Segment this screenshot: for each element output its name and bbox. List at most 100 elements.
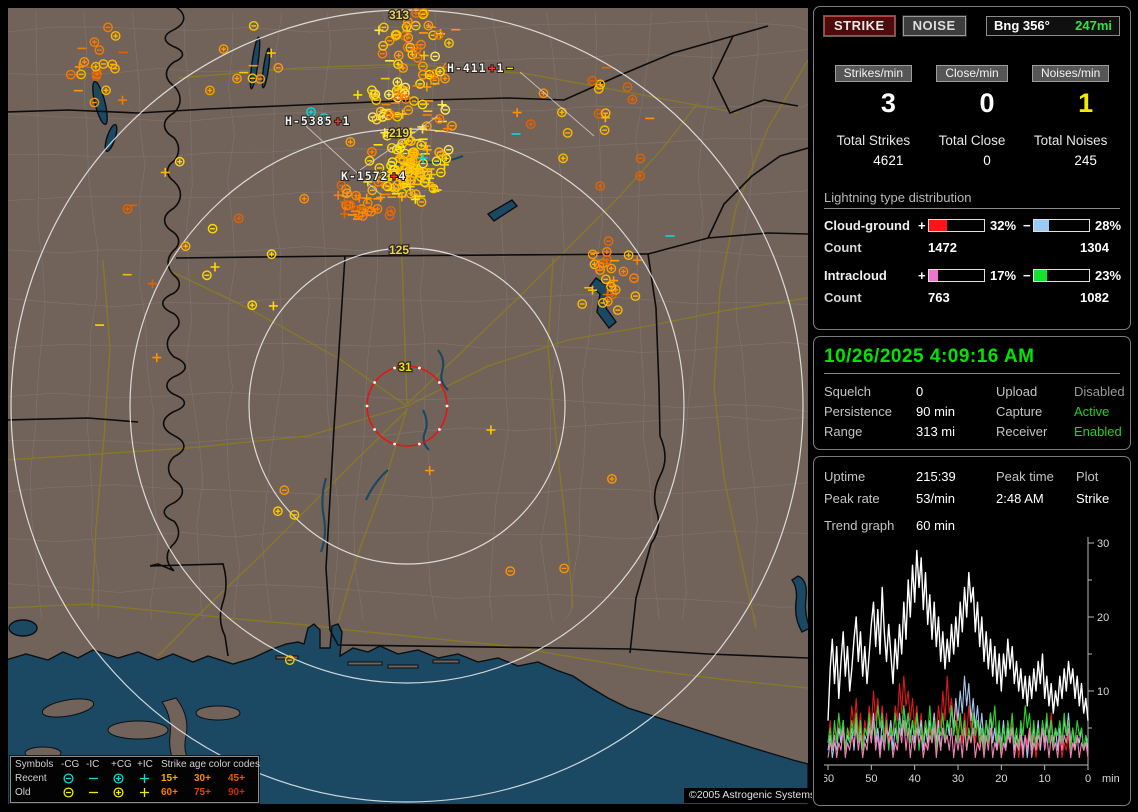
- uptime-value: 215:39: [916, 466, 996, 488]
- svg-text:30: 30: [952, 773, 964, 785]
- cell-label-h5385: H-5385+1: [285, 114, 350, 128]
- age-45: 45+: [228, 772, 262, 786]
- squelch-value: 0: [916, 382, 996, 402]
- minus-old-icon: [86, 786, 111, 800]
- minus-recent-icon: [86, 772, 111, 786]
- plot-value: Strike: [1076, 488, 1120, 510]
- trend-graph: 1020306050403020100min: [824, 537, 1124, 789]
- trend-graph-value: 60 min: [916, 518, 1120, 533]
- ring-label-219: 219: [389, 126, 409, 140]
- ic-count-label: Count: [824, 290, 918, 305]
- bearing-distance: 247mi: [1075, 18, 1112, 33]
- strikes-per-min-value: 3: [839, 88, 938, 119]
- counters-box: STRIKE NOISE Bng 356° 247mi Strikes/min …: [813, 6, 1131, 330]
- intracloud-label: Intracloud: [824, 268, 918, 283]
- plot-label: Plot: [1076, 466, 1120, 488]
- plus-recent-icon: [137, 772, 161, 786]
- plus-sign: +: [918, 218, 928, 233]
- legend-header-pos-ic: +IC: [137, 758, 161, 772]
- ic-plus-pct: 17%: [985, 268, 1023, 283]
- legend-row-old-label: Old: [15, 786, 61, 800]
- legend-header-neg-cg: -CG: [61, 758, 86, 772]
- svg-text:20: 20: [995, 773, 1007, 785]
- total-close-label: Total Close: [923, 133, 1022, 148]
- circle-plus-recent-icon: [111, 772, 137, 786]
- svg-text:min: min: [1102, 773, 1120, 785]
- cg-count-label: Count: [824, 240, 918, 255]
- noises-per-min-column: Noises/min 1 Total Noises 245: [1021, 64, 1120, 168]
- legend-symbols-header: Symbols: [15, 758, 61, 772]
- upload-label: Upload: [996, 382, 1074, 402]
- cg-minus-bar: [1033, 219, 1090, 232]
- bearing-display: Bng 356° 247mi: [986, 16, 1120, 36]
- lightning-type-distribution: Lightning type distribution Cloud-ground…: [824, 190, 1120, 305]
- cell-label-k1572: K-1572+4: [341, 169, 406, 183]
- circle-minus-recent-icon: [61, 772, 86, 786]
- cg-plus-bar: [928, 219, 985, 232]
- age-60: 60+: [161, 786, 194, 800]
- circle-minus-old-icon: [61, 786, 86, 800]
- noises-per-min-header: Noises/min: [1032, 65, 1109, 82]
- peak-time-value: 2:48 AM: [996, 488, 1076, 510]
- close-per-min-column: Close/min 0 Total Close 0: [923, 64, 1022, 168]
- squelch-label: Squelch: [824, 382, 916, 402]
- total-close-value: 0: [938, 153, 1037, 168]
- cloud-ground-label: Cloud-ground: [824, 218, 918, 233]
- map-canvas: 313 219 125 31 H-5385+1 H-411+1− K-1572+…: [8, 8, 808, 804]
- noises-per-min-value: 1: [1036, 88, 1135, 119]
- receiver-label: Receiver: [996, 422, 1074, 442]
- ring-label-31: 31: [398, 360, 412, 374]
- legend-row-recent-label: Recent: [15, 772, 61, 786]
- close-per-min-value: 0: [938, 88, 1037, 119]
- ring-label-125: 125: [389, 243, 409, 257]
- ic-minus-bar: [1033, 269, 1090, 282]
- plus-sign: +: [918, 268, 928, 283]
- cell-label-h411: H-411+1−: [447, 61, 514, 75]
- legend-header-pos-cg: +CG: [111, 758, 137, 772]
- strike-button[interactable]: STRIKE: [824, 16, 895, 36]
- control-panel: STRIKE NOISE Bng 356° 247mi Strikes/min …: [812, 0, 1138, 812]
- svg-text:60: 60: [824, 773, 834, 785]
- range-label: Range: [824, 422, 916, 442]
- svg-text:40: 40: [909, 773, 921, 785]
- datetime-display: 10/26/2025 4:09:16 AM: [824, 346, 1120, 374]
- circle-plus-old-icon: [111, 786, 137, 800]
- cg-minus-count: 1304: [1070, 240, 1120, 255]
- status-box: 10/26/2025 4:09:16 AM Squelch 0 Upload D…: [813, 336, 1131, 450]
- app-window: 313 219 125 31 H-5385+1 H-411+1− K-1572+…: [0, 0, 1138, 812]
- bearing-label: Bng 356°: [994, 18, 1050, 33]
- lightning-map[interactable]: 313 219 125 31 H-5385+1 H-411+1− K-1572+…: [8, 8, 808, 804]
- distribution-title: Lightning type distribution: [824, 190, 1120, 209]
- capture-status: Active: [1074, 402, 1125, 422]
- age-15: 15+: [161, 772, 194, 786]
- cg-plus-pct: 32%: [985, 218, 1023, 233]
- peak-rate-label: Peak rate: [824, 488, 916, 510]
- legend-header-neg-ic: -IC: [86, 758, 111, 772]
- persistence-value: 90 min: [916, 402, 996, 422]
- ic-minus-count: 1082: [1070, 290, 1120, 305]
- peak-time-label: Peak time: [996, 466, 1076, 488]
- capture-label: Capture: [996, 402, 1074, 422]
- svg-text:0: 0: [1085, 773, 1091, 785]
- persistence-label: Persistence: [824, 402, 916, 422]
- range-value: 313 mi: [916, 422, 996, 442]
- ic-minus-pct: 23%: [1090, 268, 1118, 283]
- age-75: 75+: [194, 786, 228, 800]
- strikes-per-min-column: Strikes/min 3 Total Strikes 4621: [824, 64, 923, 168]
- svg-text:30: 30: [1097, 538, 1109, 550]
- minus-sign: −: [1023, 268, 1033, 283]
- svg-text:10: 10: [1039, 773, 1051, 785]
- noise-button[interactable]: NOISE: [903, 16, 966, 36]
- svg-text:10: 10: [1097, 686, 1109, 698]
- total-noises-value: 245: [1036, 153, 1135, 168]
- ring-label-313: 313: [389, 8, 409, 22]
- cg-minus-pct: 28%: [1090, 218, 1118, 233]
- age-90: 90+: [228, 786, 262, 800]
- upload-status: Disabled: [1074, 382, 1125, 402]
- close-per-min-header: Close/min: [936, 65, 1007, 82]
- copyright-label: ©2005 Astrogenic Systems: [684, 788, 820, 803]
- minus-sign: −: [1023, 218, 1033, 233]
- plus-old-icon: [137, 786, 161, 800]
- ic-plus-bar: [928, 269, 985, 282]
- age-30: 30+: [194, 772, 228, 786]
